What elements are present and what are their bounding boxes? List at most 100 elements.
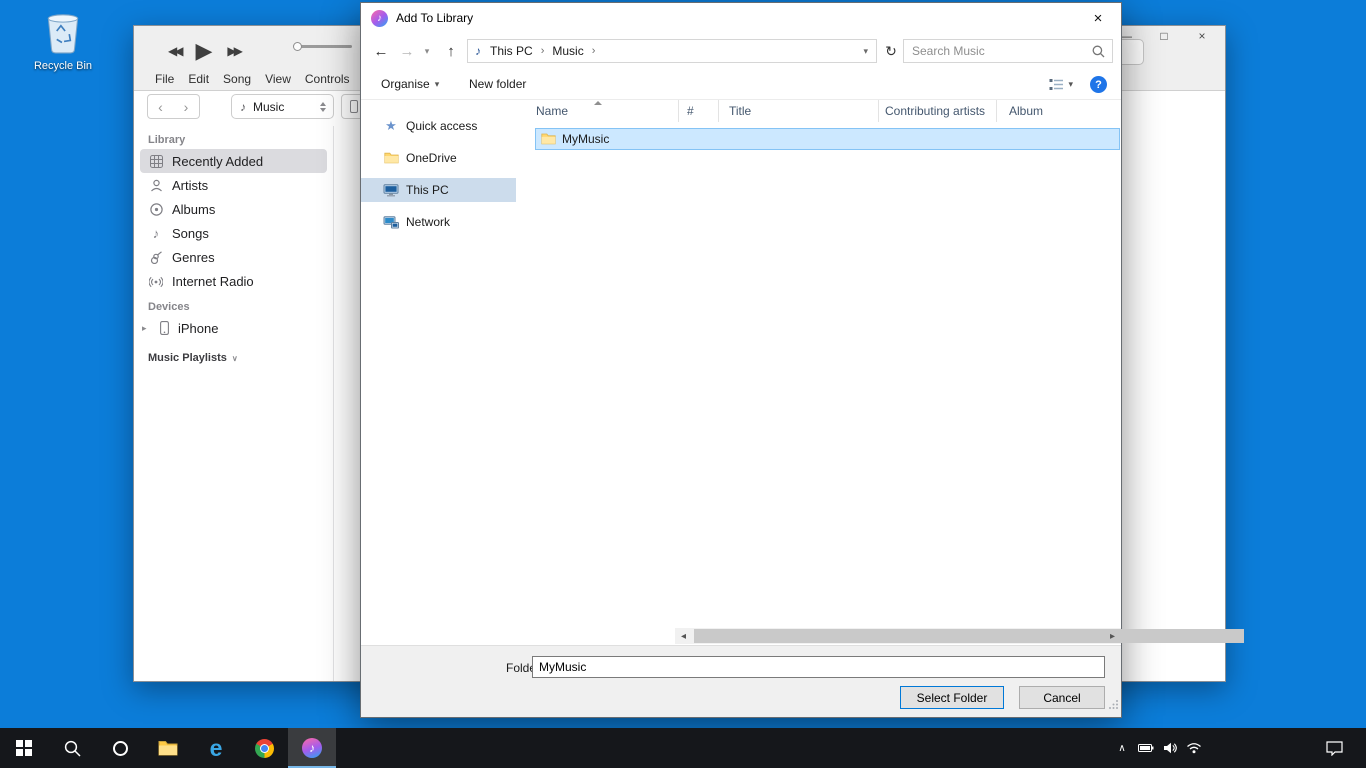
file-explorer-button[interactable] (144, 728, 192, 768)
nav-item-onedrive[interactable]: OneDrive (361, 146, 516, 170)
breadcrumb-this-pc[interactable]: This PC (485, 44, 538, 58)
this-pc-icon (383, 184, 399, 197)
cortana-icon (113, 741, 128, 756)
column-header-number[interactable]: # (679, 100, 719, 122)
column-label: # (687, 104, 694, 118)
itunes-taskbar-button[interactable]: ♪ (288, 728, 336, 768)
organise-menu[interactable]: Organise ▾ (381, 69, 439, 99)
breadcrumb-chevron-icon[interactable]: › (589, 45, 599, 57)
horizontal-scrollbar[interactable]: ◂ ▸ (675, 628, 1121, 644)
action-center-button[interactable] (1314, 728, 1354, 768)
edge-button[interactable]: e (192, 728, 240, 768)
column-header-name[interactable]: Name (518, 100, 679, 122)
phone-icon (350, 100, 358, 113)
menu-edit[interactable]: Edit (188, 72, 209, 86)
sidebar-item-internet-radio[interactable]: Internet Radio (140, 269, 327, 293)
taskbar-search-button[interactable] (48, 728, 96, 768)
start-button[interactable] (0, 728, 48, 768)
close-button[interactable]: × (1195, 29, 1209, 43)
recycle-bin[interactable]: Recycle Bin (26, 8, 100, 72)
sidebar-item-recently-added[interactable]: Recently Added (140, 149, 327, 173)
menu-controls[interactable]: Controls (305, 72, 350, 86)
music-note-icon: ♪ (240, 100, 246, 114)
breadcrumb-chevron-icon[interactable]: › (538, 45, 548, 57)
volume-tray-button[interactable] (1158, 728, 1182, 768)
volume-slider[interactable] (294, 45, 352, 48)
resize-grip[interactable] (1108, 697, 1119, 715)
desktop: Recycle Bin ◀◀ ▶ ▶▶ File Edit Song View … (0, 0, 1366, 768)
breadcrumb-music[interactable]: Music (547, 44, 588, 58)
itunes-icon: ♪ (302, 738, 322, 758)
cortana-button[interactable] (96, 728, 144, 768)
quick-access-star-icon: ★ (383, 118, 399, 134)
menu-song[interactable]: Song (223, 72, 251, 86)
nav-item-network[interactable]: Network (361, 210, 516, 234)
disclosure-icon[interactable]: ▸ (142, 323, 150, 334)
refresh-button[interactable]: ↻ (879, 39, 903, 63)
windows-logo-icon (16, 740, 32, 756)
show-hidden-icons-button[interactable]: ∧ (1110, 728, 1134, 768)
nav-item-label: This PC (406, 183, 449, 197)
search-input[interactable] (904, 44, 1092, 58)
recent-locations-dropdown-icon[interactable]: ▾ (419, 33, 435, 69)
media-type-dropdown[interactable]: ♪ Music (231, 94, 334, 119)
action-center-icon (1326, 741, 1343, 756)
cancel-label: Cancel (1043, 691, 1080, 705)
battery-tray-button[interactable] (1134, 728, 1158, 768)
rewind-button[interactable]: ◀◀ (168, 44, 180, 58)
up-button[interactable]: ↑ (439, 33, 463, 69)
itunes-forward-button[interactable]: › (173, 94, 200, 119)
address-dropdown-icon[interactable]: ▾ (863, 46, 868, 57)
scroll-right-button[interactable]: ▸ (1104, 628, 1121, 644)
network-tray-button[interactable] (1182, 728, 1206, 768)
cancel-button[interactable]: Cancel (1019, 686, 1105, 709)
column-label: Album (1009, 104, 1043, 118)
sidebar-item-artists[interactable]: Artists (140, 173, 327, 197)
search-icon[interactable] (1092, 45, 1105, 58)
column-header-album[interactable]: Album (997, 100, 1121, 122)
folder-name-input[interactable] (532, 656, 1105, 678)
sidebar-item-iphone[interactable]: ▸ iPhone (140, 316, 327, 340)
organise-label: Organise (381, 77, 430, 91)
media-type-label: Music (253, 100, 320, 114)
help-button[interactable]: ? (1090, 76, 1107, 93)
forward-icon: › (184, 99, 189, 115)
back-button[interactable]: ← (369, 33, 393, 69)
scrollbar-thumb[interactable] (694, 629, 1244, 643)
organise-dropdown-icon: ▾ (435, 79, 440, 90)
column-header-title[interactable]: Title (719, 100, 879, 122)
scroll-left-button[interactable]: ◂ (675, 628, 692, 644)
sidebar-item-songs[interactable]: ♪ Songs (140, 221, 327, 245)
onedrive-icon (383, 152, 399, 164)
chrome-button[interactable] (240, 728, 288, 768)
dialog-close-button[interactable]: × (1075, 3, 1121, 33)
nav-item-this-pc[interactable]: This PC (361, 178, 516, 202)
music-playlists-header[interactable]: Music Playlists ∨ (134, 340, 333, 364)
itunes-back-button[interactable]: ‹ (147, 94, 174, 119)
nav-item-quick-access[interactable]: ★ Quick access (361, 114, 516, 138)
note-glyph: ♪ (377, 13, 382, 24)
network-icon (383, 216, 399, 229)
play-button[interactable]: ▶ (195, 38, 212, 64)
menu-view[interactable]: View (265, 72, 291, 86)
dialog-titlebar[interactable]: ♪ Add To Library × (361, 3, 1121, 33)
search-box[interactable] (903, 39, 1113, 63)
new-folder-button[interactable]: New folder (469, 69, 526, 99)
view-options-button[interactable]: ▾ (1049, 69, 1073, 99)
file-row-mymusic[interactable]: MyMusic (535, 128, 1120, 150)
fast-forward-button[interactable]: ▶▶ (227, 44, 239, 58)
maximize-button[interactable]: □ (1157, 29, 1171, 43)
collapse-icon: ∨ (232, 354, 238, 363)
sidebar-item-genres[interactable]: Genres (140, 245, 327, 269)
grid-icon (148, 155, 164, 168)
dialog-toolbar: Organise ▾ New folder ▾ ? (361, 69, 1121, 100)
column-header-contributing-artists[interactable]: Contributing artists (879, 100, 997, 122)
address-bar[interactable]: ♪ This PC › Music › ▾ (467, 39, 877, 63)
volume-knob[interactable] (293, 42, 302, 51)
menu-file[interactable]: File (155, 72, 174, 86)
radio-waves-icon (148, 275, 164, 288)
sidebar-item-label: Genres (172, 250, 215, 265)
select-folder-button[interactable]: Select Folder (900, 686, 1004, 709)
sidebar-item-albums[interactable]: Albums (140, 197, 327, 221)
file-list: Name # Title Contributing artists Album (518, 100, 1121, 645)
